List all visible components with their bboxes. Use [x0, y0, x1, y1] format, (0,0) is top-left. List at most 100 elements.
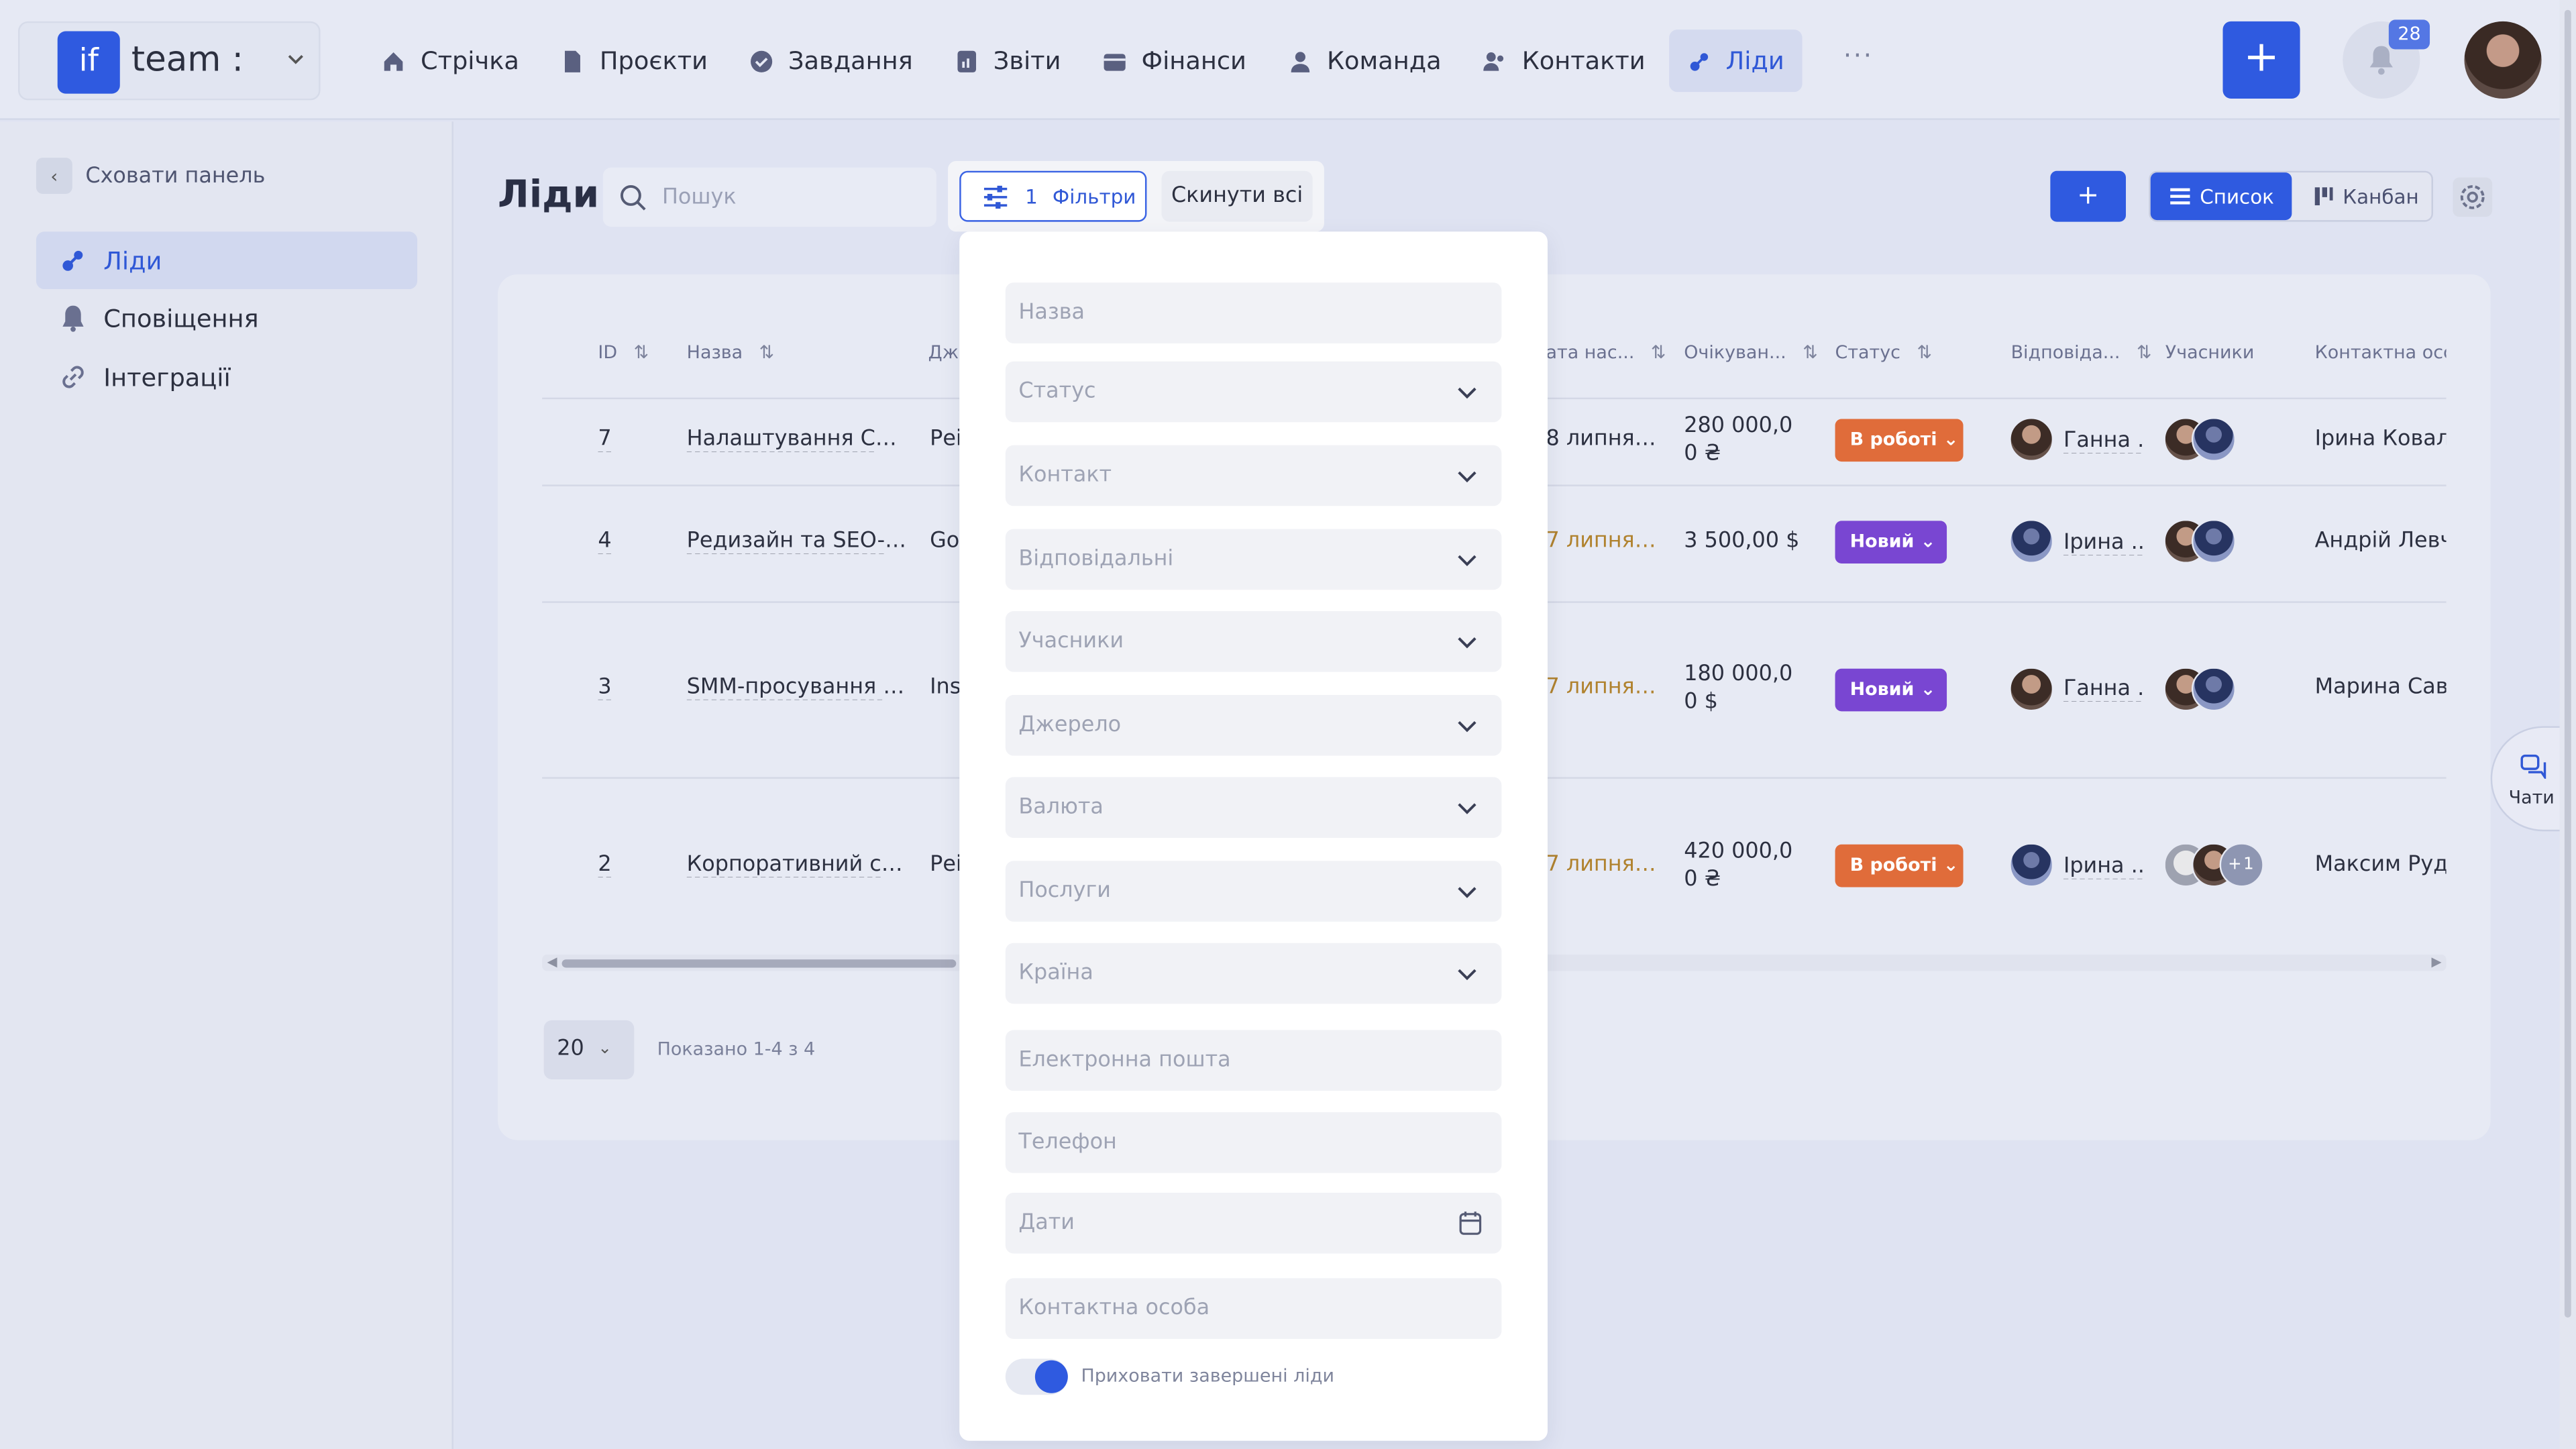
- column-header-responsible[interactable]: Відповіда... ⇅: [2011, 341, 2152, 363]
- lead-amount-currency: 0 ₴: [1684, 441, 1721, 467]
- contacts-icon: [1484, 51, 1505, 70]
- filter-country-select[interactable]: Країна: [1005, 943, 1502, 1004]
- participants-more-badge[interactable]: +1: [2219, 843, 2264, 888]
- top-bar: if team : Стрічка Проєкти Завдання Звіти: [0, 0, 2576, 120]
- nav-item-leads[interactable]: Ліди: [1668, 30, 1803, 93]
- filter-contact-person-input[interactable]: Контактна особа: [1005, 1278, 1502, 1339]
- responsible-name[interactable]: Ганна ...: [2063, 429, 2143, 453]
- quick-add-button[interactable]: +: [2222, 21, 2300, 99]
- sidebar-item-label: Сповіщення: [103, 303, 259, 333]
- nav-label: Стрічка: [420, 46, 519, 76]
- search-input[interactable]: [661, 167, 925, 227]
- status-badge[interactable]: В роботі ⌄: [1835, 419, 1964, 462]
- lead-id[interactable]: 2: [598, 853, 611, 877]
- more-menu-button[interactable]: ···: [1843, 40, 1874, 71]
- chevron-down-icon: [1458, 887, 1477, 898]
- avatar: [2191, 417, 2237, 462]
- chevron-down-icon: ⌄: [598, 1040, 612, 1059]
- scroll-left-arrow-icon[interactable]: ◀: [547, 955, 557, 971]
- workspace-switcher[interactable]: if team :: [17, 21, 321, 101]
- leads-icon: [62, 250, 83, 271]
- column-header-id[interactable]: ID ⇅: [598, 341, 649, 363]
- lead-date: 8 липня, ...: [1546, 427, 1661, 452]
- sort-icon: ⇅: [759, 341, 775, 364]
- lead-id[interactable]: 7: [598, 427, 611, 452]
- column-header-status[interactable]: Статус ⇅: [1835, 341, 1933, 363]
- lead-name[interactable]: Корпоративний сай...: [687, 853, 907, 877]
- filter-phone-input[interactable]: Телефон: [1005, 1112, 1502, 1173]
- column-header-source[interactable]: Дж: [928, 341, 959, 363]
- nav-label: Контакти: [1521, 46, 1646, 76]
- filter-participants-select[interactable]: Учасники: [1005, 611, 1502, 672]
- calendar-icon: [1459, 1212, 1482, 1235]
- contact-person: Максим Руде: [2314, 853, 2447, 877]
- responsible-name[interactable]: Ганна ...: [2063, 677, 2143, 702]
- column-header-name[interactable]: Назва ⇅: [687, 341, 775, 363]
- view-kanban-button[interactable]: Канбан: [2295, 172, 2433, 220]
- lead-id[interactable]: 3: [598, 676, 611, 700]
- nav-item-feed[interactable]: Стрічка: [363, 30, 537, 92]
- nav-item-reports[interactable]: Звіти: [936, 30, 1079, 92]
- list-icon: [2170, 188, 2190, 205]
- status-badge[interactable]: В роботі ⌄: [1835, 844, 1964, 888]
- table-settings-button[interactable]: [2453, 177, 2493, 217]
- filter-dates-input[interactable]: Дати: [1005, 1192, 1502, 1254]
- chevron-down-icon: [288, 54, 303, 64]
- scroll-right-arrow-icon[interactable]: ▶: [2432, 955, 2442, 971]
- filters-button[interactable]: 1 Фільтри: [959, 170, 1147, 222]
- chevron-down-icon: [1458, 387, 1477, 399]
- responsible-name[interactable]: Ірина ...: [2063, 854, 2143, 879]
- lead-date: 7 липня, 2...: [1546, 853, 1661, 877]
- nav-item-finance[interactable]: Фінанси: [1084, 30, 1265, 92]
- nav-item-projects[interactable]: Проєкти: [542, 30, 726, 92]
- filter-contact-select[interactable]: Контакт: [1005, 445, 1502, 506]
- filter-name-input[interactable]: Назва: [1005, 282, 1502, 343]
- status-label: В роботі: [1849, 854, 1937, 876]
- filters-label: Фільтри: [1052, 184, 1136, 208]
- search-box[interactable]: [602, 167, 936, 227]
- hide-panel-label: Сховати панель: [85, 163, 266, 189]
- filter-email-input[interactable]: Електронна пошта: [1005, 1030, 1502, 1091]
- view-list-button[interactable]: Список: [2150, 172, 2292, 221]
- column-header-date[interactable]: ата нас... ⇅: [1546, 341, 1666, 363]
- sidebar-item-integrations[interactable]: Інтеграції: [36, 348, 417, 406]
- per-page-select[interactable]: 20 ⌄: [543, 1020, 635, 1079]
- filter-placeholder: Послуги: [1018, 879, 1111, 904]
- avatar: [2191, 519, 2237, 564]
- nav-item-contacts[interactable]: Контакти: [1464, 30, 1664, 92]
- filter-responsible-select[interactable]: Відповідальні: [1005, 529, 1502, 590]
- lead-amount: 280 000,0: [1684, 414, 1793, 439]
- lead-name[interactable]: Редизайн та SEO-оп...: [687, 529, 907, 554]
- nav-label: Команда: [1326, 46, 1442, 76]
- vertical-scrollbar[interactable]: [2559, 0, 2576, 1449]
- add-lead-button[interactable]: +: [2050, 170, 2127, 222]
- check-circle-icon: [750, 50, 772, 72]
- sidebar-item-leads[interactable]: Ліди: [36, 231, 418, 290]
- nav-item-tasks[interactable]: Завдання: [731, 30, 930, 92]
- per-page-value: 20: [557, 1036, 584, 1062]
- scrollbar-thumb[interactable]: [2564, 9, 2571, 1318]
- status-badge[interactable]: Новий ⌄: [1835, 521, 1947, 564]
- avatar: [2009, 417, 2054, 462]
- nav-item-team[interactable]: Команда: [1269, 30, 1459, 92]
- contact-person: Марина Савч: [2314, 675, 2447, 700]
- user-avatar[interactable]: [2464, 21, 2542, 99]
- filter-currency-select[interactable]: Валюта: [1005, 777, 1502, 838]
- filter-services-select[interactable]: Послуги: [1005, 861, 1502, 922]
- file-icon: [565, 50, 580, 72]
- status-badge[interactable]: Новий ⌄: [1835, 668, 1947, 712]
- filter-status-select[interactable]: Статус: [1005, 361, 1502, 423]
- leads-icon: [1689, 52, 1707, 70]
- responsible-name[interactable]: Ірина ...: [2063, 531, 2143, 555]
- hide-panel-button[interactable]: ‹ Сховати панель: [36, 158, 266, 194]
- sidebar-item-notifications[interactable]: Сповіщення: [36, 289, 417, 347]
- scrollbar-thumb[interactable]: [561, 959, 957, 968]
- hide-completed-toggle[interactable]: [1005, 1358, 1068, 1395]
- sort-icon: ⇅: [1917, 341, 1933, 364]
- reset-filters-button[interactable]: Скинути всі: [1161, 170, 1313, 222]
- column-header-expected[interactable]: Очікуван... ⇅: [1684, 341, 1818, 363]
- filter-source-select[interactable]: Джерело: [1005, 694, 1502, 756]
- lead-name[interactable]: SMM-просування ст...: [687, 676, 907, 700]
- lead-id[interactable]: 4: [598, 529, 611, 554]
- lead-name[interactable]: Налаштування CRM ...: [687, 427, 907, 452]
